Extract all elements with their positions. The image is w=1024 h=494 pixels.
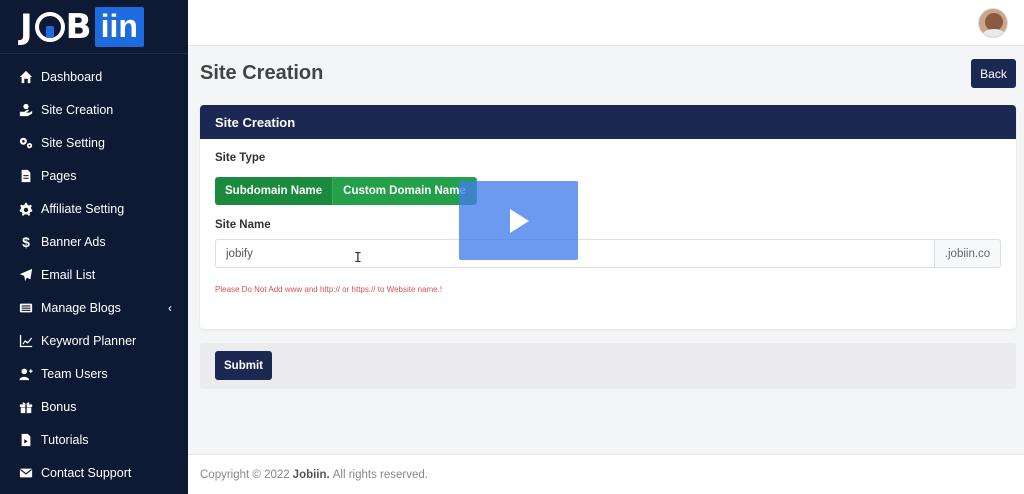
custom-domain-name-button[interactable]: Custom Domain Name — [333, 177, 477, 205]
footer-brand: Jobiin. — [292, 468, 330, 481]
sidebar-nav: Dashboard Site Creation Site Setting Pag… — [0, 54, 188, 489]
gears-icon — [18, 135, 34, 151]
logo-iin: iin — [94, 6, 144, 47]
sidebar-item-team-users[interactable]: Team Users — [0, 357, 188, 390]
gear-icon — [18, 201, 34, 217]
paper-plane-icon — [18, 267, 34, 283]
domain-suffix: .jobiin.co — [934, 239, 1001, 268]
main-content: Site Creation Back Site Creation Site Ty… — [188, 46, 1024, 494]
play-icon — [509, 208, 529, 233]
avatar[interactable] — [978, 8, 1008, 38]
list-icon — [18, 300, 34, 316]
video-play-button[interactable] — [459, 181, 578, 260]
back-button[interactable]: Back — [971, 59, 1016, 88]
site-type-toggle: Subdomain Name Custom Domain Name — [215, 177, 477, 205]
sidebar-item-banner-ads[interactable]: $ Banner Ads — [0, 225, 188, 258]
sidebar-item-label: Site Creation — [41, 102, 114, 117]
text-cursor-icon: I — [354, 251, 362, 266]
chart-icon — [18, 333, 34, 349]
site-creation-card: Site Creation Site Type Subdomain Name C… — [200, 105, 1016, 329]
envelope-icon — [18, 465, 34, 481]
user-plus-icon — [18, 366, 34, 382]
sidebar-item-affiliate-setting[interactable]: Affiliate Setting — [0, 192, 188, 225]
logo[interactable]: JB iin — [0, 0, 188, 54]
sidebar-item-label: Bonus — [41, 399, 77, 414]
sidebar-item-label: Manage Blogs — [41, 300, 121, 315]
page-title: Site Creation — [200, 62, 324, 84]
sidebar-item-label: Keyword Planner — [41, 333, 137, 348]
sidebar-item-label: Team Users — [41, 366, 108, 381]
site-name-label: Site Name — [215, 219, 271, 231]
sidebar-item-label: Contact Support — [41, 465, 132, 480]
logo-o-icon — [34, 11, 65, 42]
sidebar-item-pages[interactable]: Pages — [0, 159, 188, 192]
sidebar-item-email-list[interactable]: Email List — [0, 258, 188, 291]
footer-copyright: Copyright © 2022 — [200, 468, 290, 481]
footer-rights: All rights reserved. — [332, 468, 428, 481]
sidebar-item-bonus[interactable]: Bonus — [0, 390, 188, 423]
footer: Copyright © 2022 Jobiin. All rights rese… — [188, 454, 1024, 494]
submit-button[interactable]: Submit — [215, 351, 272, 380]
file-icon — [18, 432, 34, 448]
hand-icon — [18, 102, 34, 118]
page-icon — [18, 168, 34, 184]
subdomain-name-button[interactable]: Subdomain Name — [215, 177, 334, 205]
sidebar-item-label: Dashboard — [41, 69, 103, 84]
topbar — [188, 0, 1024, 46]
warning-text: Please Do Not Add www and http:// or htt… — [215, 285, 443, 294]
sidebar-item-label: Site Setting — [41, 135, 105, 150]
site-name-group: .jobiin.co — [215, 239, 1001, 268]
sidebar-item-contact-support[interactable]: Contact Support — [0, 456, 188, 489]
sidebar-item-manage-blogs[interactable]: Manage Blogs ‹ — [0, 291, 188, 324]
dollar-icon: $ — [22, 233, 30, 250]
card-title: Site Creation — [200, 105, 1016, 139]
site-type-label: Site Type — [215, 152, 266, 164]
sidebar-item-tutorials[interactable]: Tutorials — [0, 423, 188, 456]
submit-bar: Submit — [200, 343, 1016, 389]
sidebar-item-label: Affiliate Setting — [41, 201, 125, 216]
sidebar-item-label: Banner Ads — [41, 234, 106, 249]
home-icon — [18, 69, 34, 85]
sidebar-item-label: Email List — [41, 267, 96, 282]
gift-icon — [18, 399, 34, 415]
sidebar-item-dashboard[interactable]: Dashboard — [0, 60, 188, 93]
sidebar-item-site-setting[interactable]: Site Setting — [0, 126, 188, 159]
sidebar-item-label: Pages — [41, 168, 77, 183]
sidebar: JB iin Dashboard Site Creation Site Sett… — [0, 0, 188, 494]
sidebar-item-label: Tutorials — [41, 432, 89, 447]
chevron-left-icon[interactable]: ‹ — [168, 301, 172, 315]
sidebar-item-site-creation[interactable]: Site Creation — [0, 93, 188, 126]
sidebar-item-keyword-planner[interactable]: Keyword Planner — [0, 324, 188, 357]
logo-job: JB — [20, 6, 93, 47]
